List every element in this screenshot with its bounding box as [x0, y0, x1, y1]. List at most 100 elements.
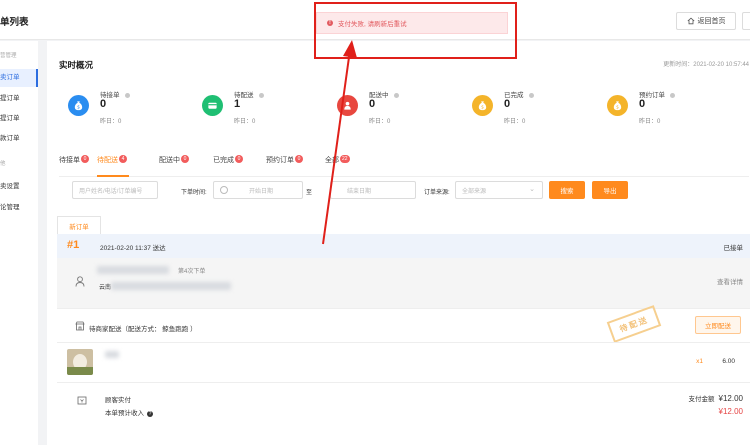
stat-pending-accept: $ 待接单 0 昨日：0: [68, 89, 198, 129]
store-icon: [75, 321, 85, 331]
customer-order-count: 第4次下单: [178, 269, 206, 275]
order-source-value: 全部来源: [462, 188, 487, 195]
money-bag-icon: $: [472, 95, 493, 116]
order-source-label: 订单来源:: [424, 190, 450, 196]
export-button[interactable]: 导出: [592, 181, 628, 199]
svg-text:$: $: [616, 105, 619, 111]
tab-label: 配送中: [159, 157, 180, 164]
stat-yesterday: 昨日：0: [234, 119, 256, 125]
expected-income-value: ¥12.00: [718, 407, 743, 416]
stat-value: 1: [234, 98, 241, 110]
tab-badge: 0: [81, 155, 89, 163]
tab-label: 已完成: [213, 157, 234, 164]
sidebar-item-pickup-orders[interactable]: 提订单: [0, 90, 38, 108]
new-order-tab[interactable]: 新订单: [57, 216, 101, 234]
main-panel: 实时概况 更新时间：2021-02-20 10:57:44 $ 待接单 0 昨日…: [47, 41, 750, 445]
stat-value: 0: [639, 98, 646, 110]
stat-value: 0: [100, 98, 107, 110]
stat-yesterday: 昨日：0: [639, 119, 661, 125]
order-time: 2021-02-20 11:37 送达: [100, 245, 166, 252]
stat-value: 0: [369, 98, 376, 110]
sidebar-item-pickup-orders-2[interactable]: 提订单: [0, 110, 38, 128]
info-icon: [528, 92, 534, 98]
payment-total-value: ¥12.00: [718, 394, 743, 403]
payment-summary-row: 顾客实付 本单预计收入? 支付金额 ¥12.00 ¥12.00: [57, 382, 750, 445]
order-source-select[interactable]: 全部来源 ⌄: [455, 181, 543, 199]
calendar-icon: [220, 186, 228, 194]
tab-label: 全部: [325, 157, 339, 164]
sidebar-item-review-management[interactable]: 论管理: [0, 199, 38, 217]
svg-text:$: $: [77, 105, 80, 111]
tabs-divider: [59, 176, 749, 177]
tab-badge: 0: [295, 155, 303, 163]
search-button[interactable]: 搜索: [549, 181, 585, 199]
tab-badge: 4: [119, 155, 127, 163]
tab-label: 预约订单: [266, 157, 294, 164]
product-row: x1 6.00 ›: [57, 342, 750, 382]
stat-yesterday: 昨日：0: [369, 119, 391, 125]
overview-title: 实时概况: [59, 60, 94, 70]
stat-delivering: 配送中 0 昨日：0: [337, 89, 467, 129]
tab-badge: 0: [181, 155, 189, 163]
order-status: 已接单: [723, 245, 744, 252]
product-quantity: x1: [696, 358, 703, 365]
sidebar-group-label: 营管理: [0, 53, 17, 59]
stat-reservations: $ 预约订单 0 昨日：0: [607, 89, 737, 129]
tab-badge: 0: [235, 155, 243, 163]
help-icon[interactable]: ?: [147, 411, 153, 417]
card-icon: [202, 95, 223, 116]
sidebar-item-takeout-orders[interactable]: 卖订单: [0, 69, 38, 87]
money-bag-icon: $: [607, 95, 628, 116]
svg-text:$: $: [481, 105, 484, 111]
active-tab-indicator: [97, 175, 129, 177]
user-icon: [75, 276, 85, 287]
stat-pending-delivery: 待配送 1 昨日：0: [202, 89, 332, 129]
product-image: [67, 349, 93, 375]
order-time-label: 下单时间:: [181, 190, 207, 196]
delivery-status-text: 待商家配送（配送方式： 鲸鱼跑跑 ）: [89, 326, 197, 333]
order-header: #1 2021-02-20 11:37 送达 已接单: [57, 234, 750, 258]
start-date-placeholder: 开始日期: [248, 188, 273, 195]
blurred-product-name: [105, 351, 119, 358]
sidebar-item-payment-orders[interactable]: 款订单: [0, 130, 38, 148]
deliver-now-button[interactable]: 立即配送: [695, 316, 741, 334]
info-icon: [670, 92, 675, 98]
tab-label: 待配送: [97, 157, 118, 164]
more-button[interactable]: [742, 12, 750, 30]
sidebar-item-takeout-settings[interactable]: 卖设置: [0, 178, 38, 196]
search-input[interactable]: 用户姓名/电话/订单编号: [72, 181, 158, 199]
tab-reservations[interactable]: 预约订单 0: [266, 155, 303, 165]
home-icon: [687, 17, 694, 25]
blurred-customer-name: [97, 266, 169, 274]
view-detail-link[interactable]: 查看详情: [717, 276, 743, 286]
pending-delivery-stamp: 待配送: [606, 305, 662, 343]
home-button[interactable]: 返回首页: [676, 12, 736, 30]
date-range-separator: 至: [306, 190, 313, 196]
payment-total-label: 支付金额: [688, 396, 715, 403]
page-title: 单列表: [0, 17, 29, 28]
sidebar-group-label: 他: [0, 161, 6, 167]
product-price: 6.00: [722, 358, 735, 365]
order-number: #1: [67, 239, 80, 251]
customer-paid-label: 顾客实付: [105, 397, 131, 404]
customer-row: 第4次下单 云南 查看详情: [57, 258, 750, 308]
tab-label: 待接单: [59, 157, 80, 164]
customer-address-prefix: 云南: [99, 285, 112, 291]
tab-completed[interactable]: 已完成 0: [213, 155, 243, 165]
tab-all[interactable]: 全部 22: [325, 155, 350, 165]
info-icon: [124, 92, 130, 98]
start-date-input[interactable]: 开始日期: [213, 181, 303, 199]
wallet-icon: [77, 396, 87, 405]
end-date-input[interactable]: 结束日期: [330, 181, 416, 199]
stat-value: 0: [504, 98, 511, 110]
info-icon: [393, 92, 399, 98]
home-button-label: 返回首页: [697, 18, 726, 25]
delivery-row: 待商家配送（配送方式： 鲸鱼跑跑 ） 待配送 立即配送: [57, 305, 750, 343]
tab-pending-delivery[interactable]: 待配送 4: [97, 155, 127, 165]
tab-delivering[interactable]: 配送中 0: [159, 155, 189, 165]
expected-income-label: 本单预计收入: [105, 410, 144, 417]
annotation-highlight-box: [314, 2, 517, 59]
end-date-placeholder: 结束日期: [347, 188, 372, 195]
tab-pending-accept[interactable]: 待接单 0: [59, 155, 89, 165]
stat-yesterday: 昨日：0: [100, 119, 122, 125]
